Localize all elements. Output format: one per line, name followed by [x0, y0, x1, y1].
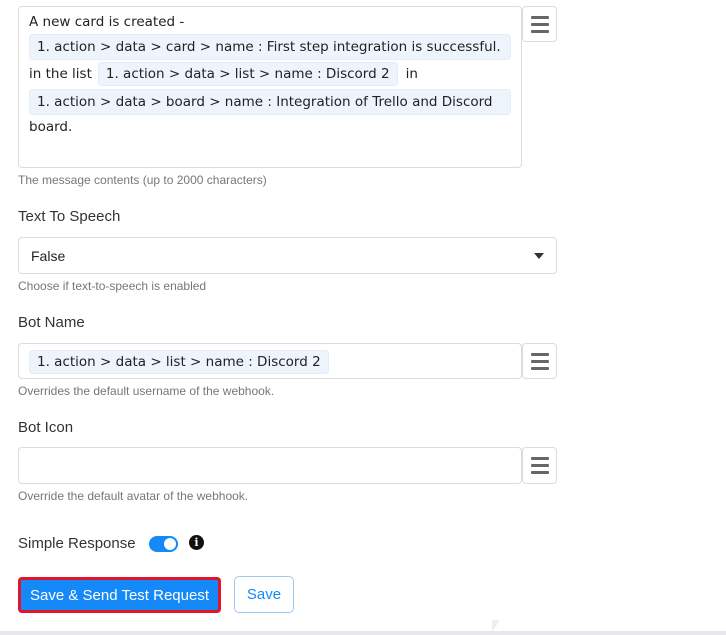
bot-name-token: 1. action > data > list > name : Discord…	[29, 350, 329, 374]
tts-label: Text To Speech	[18, 208, 121, 225]
bottom-divider	[0, 631, 726, 635]
message-text-in: in	[405, 66, 418, 82]
simple-response-label: Simple Response	[18, 535, 136, 552]
tts-help: Choose if text-to-speech is enabled	[18, 279, 207, 293]
bot-name-insert-field-button[interactable]	[522, 343, 557, 379]
message-help: The message contents (up to 2000 charact…	[18, 173, 267, 187]
bot-name-label: Bot Name	[18, 314, 85, 331]
save-button[interactable]: Save	[234, 576, 294, 613]
bot-icon-field[interactable]	[18, 447, 522, 484]
simple-response-toggle[interactable]	[149, 536, 178, 552]
info-icon[interactable]: i	[189, 535, 204, 550]
message-end: board.	[29, 119, 73, 135]
message-token-board-name: 1. action > data > board > name : Integr…	[29, 89, 511, 115]
message-intro: A new card is created -	[29, 14, 185, 30]
menu-icon	[530, 351, 549, 372]
message-insert-field-button[interactable]	[522, 6, 557, 42]
caret-down-icon	[534, 252, 544, 259]
bot-icon-label: Bot Icon	[18, 419, 74, 436]
menu-icon	[530, 455, 549, 476]
tts-value: False	[31, 247, 66, 264]
bot-name-help: Overrides the default username of the we…	[18, 384, 275, 398]
message-token-list-name: 1. action > data > list > name : Discord…	[97, 62, 398, 86]
menu-icon	[530, 14, 549, 35]
bot-icon-help: Override the default avatar of the webho…	[18, 489, 249, 503]
bot-icon-insert-field-button[interactable]	[522, 447, 557, 484]
message-token-card-name: 1. action > data > card > name : First s…	[29, 34, 511, 60]
message-field[interactable]: A new card is created - 1. action > data…	[18, 6, 522, 168]
save-and-send-test-request-button[interactable]: Save & Send Test Request	[18, 577, 221, 613]
bot-name-field[interactable]: 1. action > data > list > name : Discord…	[18, 343, 522, 379]
tts-select[interactable]: False	[18, 237, 557, 274]
message-text-in-list: in the list	[29, 66, 92, 82]
